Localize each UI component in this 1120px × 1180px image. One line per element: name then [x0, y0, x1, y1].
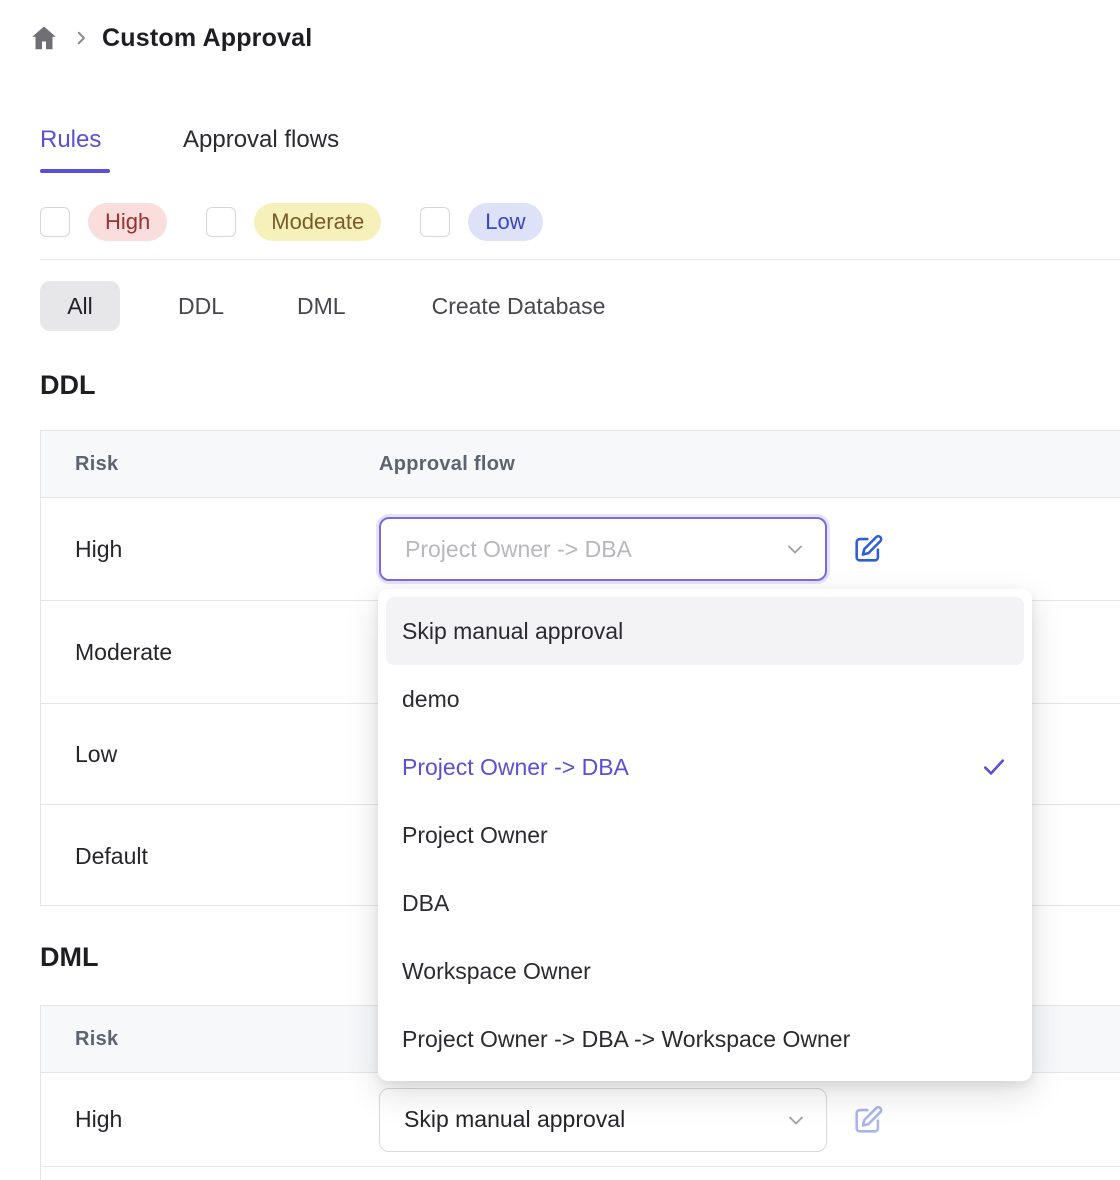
- category-tab-dml[interactable]: DML: [297, 293, 346, 320]
- column-header-risk: Risk: [41, 1028, 379, 1051]
- risk-badge-low: Low: [468, 203, 542, 241]
- edit-approval-flow-button[interactable]: [849, 530, 887, 568]
- dropdown-option-selected[interactable]: Project Owner -> DBA: [386, 733, 1024, 801]
- category-tab-all[interactable]: All: [40, 281, 120, 331]
- edit-approval-flow-button[interactable]: [849, 1101, 887, 1139]
- tab-approval-flows[interactable]: Approval flows: [183, 126, 339, 154]
- page-title: Custom Approval: [102, 24, 312, 53]
- table-row-high: High Project Owner -> DBA: [41, 498, 1120, 601]
- column-header-risk: Risk: [41, 453, 379, 476]
- ddl-table-header: Risk Approval flow: [41, 431, 1120, 498]
- approval-flow-dropdown-menu: Skip manual approval demo Project Owner …: [378, 589, 1032, 1081]
- divider: [40, 259, 1120, 260]
- risk-cell: Default: [41, 843, 379, 870]
- chevron-down-icon: [783, 537, 807, 561]
- section-title-ddl: DDL: [40, 370, 96, 401]
- select-value: Project Owner -> DBA: [381, 536, 783, 563]
- risk-cell: Moderate: [41, 639, 379, 666]
- dropdown-option[interactable]: demo: [386, 665, 1024, 733]
- category-tab-create-database[interactable]: Create Database: [432, 293, 606, 320]
- risk-filter-row: High Moderate Low: [40, 203, 543, 241]
- section-title-dml: DML: [40, 942, 98, 973]
- column-header-approval-flow: Approval flow: [379, 453, 1120, 476]
- active-tab-underline: [40, 169, 110, 173]
- custom-approval-page: Custom Approval Rules Approval flows Hig…: [0, 0, 1120, 1180]
- tab-rules[interactable]: Rules: [40, 126, 101, 154]
- select-value: Skip manual approval: [380, 1106, 784, 1133]
- chevron-down-icon: [784, 1108, 808, 1132]
- risk-cell: High: [41, 1106, 379, 1133]
- dropdown-option[interactable]: Workspace Owner: [386, 937, 1024, 1005]
- checkbox-low[interactable]: [420, 207, 450, 237]
- checkbox-moderate[interactable]: [206, 207, 236, 237]
- check-icon: [980, 753, 1008, 781]
- approval-flow-select-dml-high[interactable]: Skip manual approval: [379, 1088, 827, 1152]
- chevron-right-icon: [72, 29, 90, 47]
- checkbox-high[interactable]: [40, 207, 70, 237]
- dropdown-option[interactable]: DBA: [386, 869, 1024, 937]
- dropdown-option[interactable]: Skip manual approval: [386, 597, 1024, 665]
- risk-badge-high: High: [88, 203, 167, 241]
- risk-cell: High: [41, 536, 379, 563]
- breadcrumb: Custom Approval: [28, 22, 312, 54]
- home-icon[interactable]: [28, 22, 60, 54]
- table-row-high: High Skip manual approval: [41, 1073, 1120, 1167]
- dropdown-option[interactable]: Project Owner: [386, 801, 1024, 869]
- category-tab-ddl[interactable]: DDL: [178, 293, 224, 320]
- risk-badge-moderate: Moderate: [254, 203, 381, 241]
- approval-flow-select-ddl-high[interactable]: Project Owner -> DBA: [379, 517, 827, 581]
- risk-cell: Low: [41, 741, 379, 768]
- table-row-partial: [41, 1167, 1120, 1180]
- dropdown-option[interactable]: Project Owner -> DBA -> Workspace Owner: [386, 1005, 1024, 1073]
- category-tabs: All DDL DML Create Database: [40, 281, 605, 331]
